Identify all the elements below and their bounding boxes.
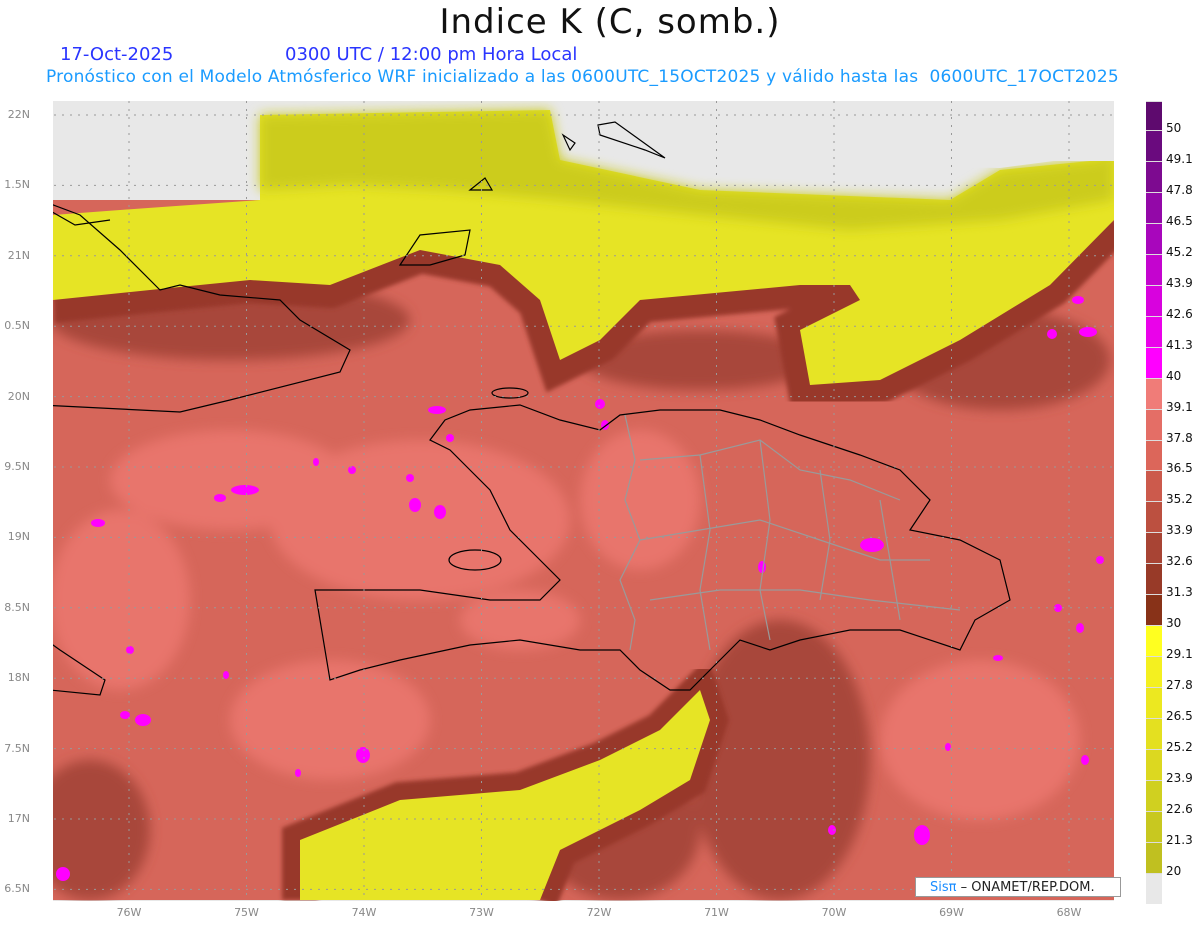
lat-tick-label: 18N xyxy=(7,671,30,685)
colorbar-swatch xyxy=(1146,284,1162,317)
colorbar-label: 37.8 xyxy=(1166,430,1193,445)
colorbar-label: 27.8 xyxy=(1166,678,1193,693)
colorbar-swatch xyxy=(1146,718,1162,750)
lon-tick-label: 70W xyxy=(821,906,847,919)
colorbar-label: 20 xyxy=(1166,863,1182,878)
colorbar-swatch xyxy=(1146,841,1162,874)
colorbar-swatch xyxy=(1146,253,1162,286)
colorbar-label: 23.9 xyxy=(1166,770,1193,785)
lon-tick-label: 71W xyxy=(704,906,729,919)
lat-tick-label: 17N xyxy=(7,812,30,825)
colorbar-label: 42.6 xyxy=(1166,306,1193,321)
colorbar-swatch xyxy=(1146,779,1162,812)
colorbar-label: 25.2 xyxy=(1166,740,1193,754)
colorbar-label: 33.9 xyxy=(1166,523,1193,538)
colorbar-label: 47.8 xyxy=(1166,182,1193,197)
colorbar-label: 49.1 xyxy=(1166,151,1193,166)
lon-tick-label: 76W xyxy=(116,906,142,919)
lat-tick-label: 20N xyxy=(7,389,30,403)
lon-tick-label: 74W xyxy=(351,906,377,919)
colorbar-swatch xyxy=(1146,315,1162,348)
colorbar-swatch xyxy=(1146,222,1162,255)
colorbar-swatch xyxy=(1146,749,1162,781)
colorbar-swatch xyxy=(1146,656,1162,689)
lon-tick-label: 73W xyxy=(469,906,494,919)
colorbar-swatch xyxy=(1146,130,1162,162)
colorbar-swatch xyxy=(1146,377,1162,410)
lon-tick-label: 72W xyxy=(586,906,612,919)
colorbar-swatch xyxy=(1146,160,1162,193)
colorbar-swatch xyxy=(1146,594,1162,627)
lat-tick-label: 0.5N xyxy=(4,319,30,333)
colorbar-label: 31.3 xyxy=(1166,585,1193,600)
colorbar-swatch xyxy=(1146,810,1162,843)
colorbar-label: 29.1 xyxy=(1166,647,1193,662)
colorbar-label: 41.3 xyxy=(1166,337,1193,352)
lon-tick-label: 75W xyxy=(234,906,259,919)
colorbar-swatch xyxy=(1146,191,1162,224)
colorbar-swatch xyxy=(1146,346,1162,379)
credit-text: – ONAMET/REP.DOM. xyxy=(956,880,1095,895)
colorbar-label: 36.5 xyxy=(1166,461,1193,476)
colorbar-label: 26.5 xyxy=(1166,709,1193,724)
colorbar-label: 43.9 xyxy=(1166,275,1193,290)
credit-box: Sisπ – ONAMET/REP.DOM. xyxy=(915,877,1121,897)
k-index-map xyxy=(53,101,1114,901)
colorbar-swatch xyxy=(1146,563,1162,596)
colorbar-label: 39.1 xyxy=(1166,399,1193,414)
colorbar-label: 50 xyxy=(1166,121,1182,135)
colorbar-label: 32.6 xyxy=(1166,554,1193,569)
colorbar-label: 30 xyxy=(1166,616,1182,631)
lon-tick-label: 69W xyxy=(939,906,964,919)
colorbar-swatch xyxy=(1146,625,1162,658)
colorbar-label: 46.5 xyxy=(1166,213,1193,228)
lat-tick-label: 6.5N xyxy=(4,882,30,896)
lat-tick-label: 21N xyxy=(7,248,30,262)
lat-tick-label: 22N xyxy=(7,108,30,121)
sispi-logo: Sisπ xyxy=(930,880,957,895)
colorbar-label: 45.2 xyxy=(1166,244,1193,259)
colorbar-swatch xyxy=(1146,470,1162,503)
colorbar-swatch xyxy=(1146,532,1162,565)
colorbar-swatch xyxy=(1146,439,1162,472)
colorbar-swatch xyxy=(1146,501,1162,534)
lat-tick-label: 8.5N xyxy=(4,600,30,614)
colorbar-swatch xyxy=(1146,687,1162,720)
colorbar-label: 21.3 xyxy=(1166,832,1193,847)
colorbar-label: 35.2 xyxy=(1166,492,1193,507)
lat-tick-label: 1.5N xyxy=(4,178,30,192)
colorbar-label: 40 xyxy=(1166,368,1182,383)
colorbar-swatch xyxy=(1146,408,1162,441)
lat-tick-label: 7.5N xyxy=(4,741,30,755)
colorbar-swatch xyxy=(1146,872,1162,904)
lon-tick-label: 68W xyxy=(1056,906,1082,919)
lat-tick-label: 19N xyxy=(7,530,30,544)
lat-tick-label: 9.5N xyxy=(4,460,30,473)
colorbar-label: 22.6 xyxy=(1166,801,1193,816)
colorbar-swatch xyxy=(1146,101,1162,131)
